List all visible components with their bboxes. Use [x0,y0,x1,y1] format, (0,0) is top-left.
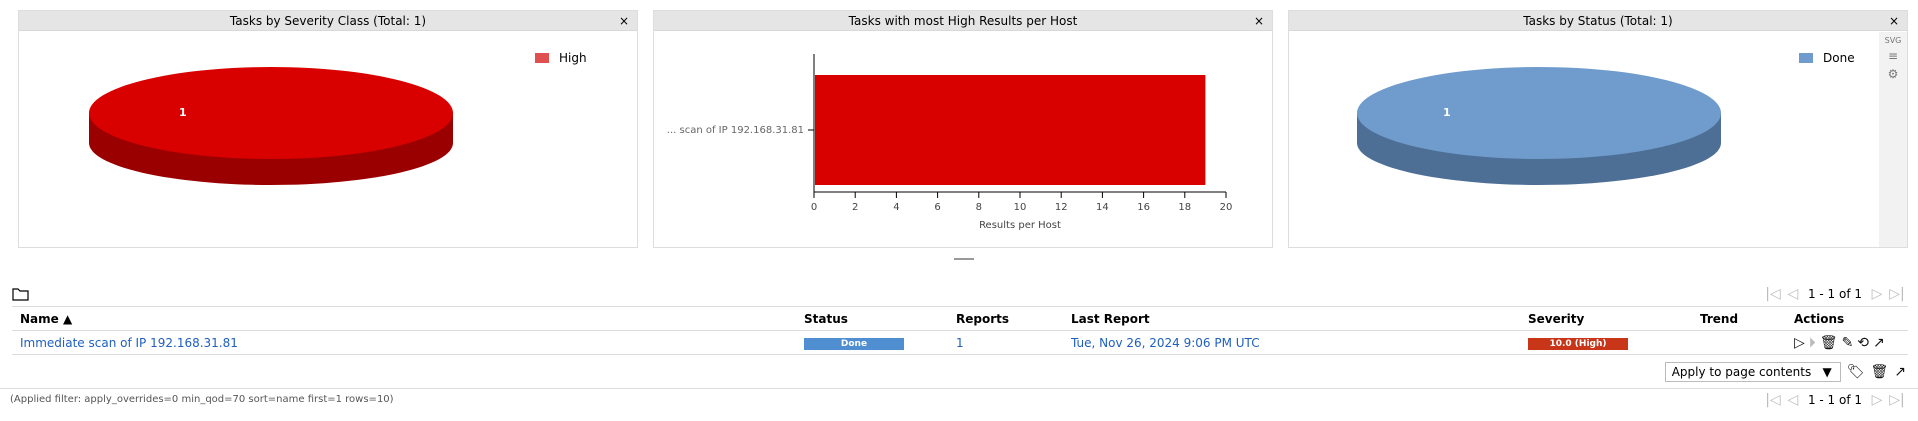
last-report-link[interactable]: Tue, Nov 26, 2024 9:06 PM UTC [1071,336,1260,350]
apply-to-select-value: Apply to page contents [1671,365,1812,379]
panel-title: Tasks with most High Results per Host [848,14,1078,28]
close-icon[interactable]: × [1254,11,1264,31]
legend-swatch [1799,53,1813,63]
x-tick-label: 6 [934,202,940,213]
legend-swatch [535,53,549,63]
task-name-link[interactable]: Immediate scan of IP 192.168.31.81 [20,336,238,350]
pager-top: |◁ ◁ 1 - 1 of 1 ▷ ▷| [1764,286,1906,302]
status-badge: Done [804,338,904,350]
pie-slice-high [89,67,453,159]
panel-header: Tasks by Severity Class (Total: 1) × [19,11,637,31]
pager-range: 1 - 1 of 1 [1807,287,1862,301]
column-header-status[interactable]: Status [796,306,948,331]
folder-icon[interactable] [12,287,30,301]
start-icon[interactable]: ▷ [1794,335,1805,351]
high-results-bar-chart: ... scan of IP 192.168.31.81 0 2 4 6 8 10 12 14… [667,54,1233,231]
export-icon[interactable]: ↗ [1894,364,1906,380]
x-tick-label: 18 [1178,202,1191,213]
legend-label: High [559,51,587,65]
pager-bottom: |◁ ◁ 1 - 1 of 1 ▷ ▷| [1764,392,1906,408]
edit-icon[interactable]: ✎ [1842,335,1854,351]
x-ticks: 0 2 4 6 8 10 12 14 16 18 20 [811,192,1233,213]
column-header-trend: Trend [1692,306,1786,331]
panel-title: Tasks by Severity Class (Total: 1) [229,14,427,28]
x-axis-label: Results per Host [979,220,1061,231]
close-icon[interactable]: × [619,11,629,31]
bar-high-results [815,75,1206,185]
x-tick-label: 20 [1220,202,1233,213]
export-icon[interactable]: ↗ [1873,335,1885,351]
panel-header: Tasks with most High Results per Host × [654,11,1272,31]
status-pie-chart: 1 [1357,67,1721,185]
dropdown-arrow-icon: ▼ [1822,365,1832,379]
severity-chart-panel: Tasks by Severity Class (Total: 1) × 1 H… [18,10,638,248]
trend-cell [1692,330,1786,355]
x-tick-label: 0 [811,202,817,213]
status-chart-panel: Tasks by Status (Total: 1) × 1 Done SVG … [1288,10,1908,248]
trash-icon[interactable]: 🗑 [1870,364,1888,380]
trash-icon[interactable]: 🗑 [1820,335,1838,351]
resume-icon[interactable]: ⏵ [1809,335,1816,351]
legend-item-high[interactable]: High [535,51,587,65]
list-icon[interactable]: ≡ [1879,49,1907,63]
column-header-name[interactable]: Name ▲ [12,306,796,331]
column-header-last-report[interactable]: Last Report [1063,306,1520,331]
last-page-icon[interactable]: ▷| [1888,286,1906,302]
tag-icon[interactable]: 🏷 [1847,364,1865,380]
bulk-actions: Apply to page contents ▼ 🏷 🗑 ↗ [1664,362,1906,382]
table-header-row: Name ▲ Status Reports Last Report Severi… [12,306,1908,331]
next-page-icon[interactable]: ▷ [1868,392,1886,408]
prev-page-icon[interactable]: ◁ [1784,392,1802,408]
column-header-reports[interactable]: Reports [948,306,1063,331]
y-tick-label: ... scan of IP 192.168.31.81 [667,125,804,136]
next-page-icon[interactable]: ▷ [1868,286,1886,302]
x-tick-label: 16 [1137,202,1150,213]
pie-slice-label: 1 [1443,106,1451,119]
x-tick-label: 10 [1014,202,1027,213]
resize-handle[interactable] [954,258,974,260]
x-tick-label: 12 [1055,202,1068,213]
pie-slice-label: 1 [179,106,187,119]
divider [0,388,1918,389]
x-tick-label: 2 [852,202,858,213]
pager-range: 1 - 1 of 1 [1807,393,1862,407]
x-tick-label: 8 [976,202,982,213]
clone-icon[interactable]: ⟲ [1857,335,1869,351]
last-page-icon[interactable]: ▷| [1888,392,1906,408]
legend-label: Done [1823,51,1855,65]
first-page-icon[interactable]: |◁ [1764,392,1782,408]
legend-item-done[interactable]: Done [1799,51,1855,65]
panel-header: Tasks by Status (Total: 1) × [1289,11,1907,31]
x-tick-label: 14 [1096,202,1109,213]
first-page-icon[interactable]: |◁ [1764,286,1782,302]
applied-filter-text: (Applied filter: apply_overrides=0 min_q… [10,394,394,405]
prev-page-icon[interactable]: ◁ [1784,286,1802,302]
column-header-actions: Actions [1786,306,1908,331]
column-header-severity[interactable]: Severity [1520,306,1692,331]
pie-slice-done [1357,67,1721,159]
settings-icon[interactable]: ⚙ [1879,67,1907,81]
svg-download-icon[interactable]: SVG [1879,36,1907,45]
chart-tools: SVG ≡ ⚙ [1879,32,1907,247]
tasks-table: Name ▲ Status Reports Last Report Severi… [12,306,1908,355]
panel-title: Tasks by Status (Total: 1) [1523,14,1673,28]
reports-count-link[interactable]: 1 [956,336,964,350]
apply-to-select[interactable]: Apply to page contents ▼ [1664,362,1841,382]
close-icon[interactable]: × [1889,11,1899,31]
table-row: Immediate scan of IP 192.168.31.81 Done … [12,330,1908,355]
high-results-chart-panel: Tasks with most High Results per Host × … [653,10,1273,248]
severity-badge: 10.0 (High) [1528,338,1628,350]
x-tick-label: 4 [893,202,899,213]
row-actions: ▷ ⏵ 🗑 ✎ ⟲ ↗ [1794,335,1908,351]
